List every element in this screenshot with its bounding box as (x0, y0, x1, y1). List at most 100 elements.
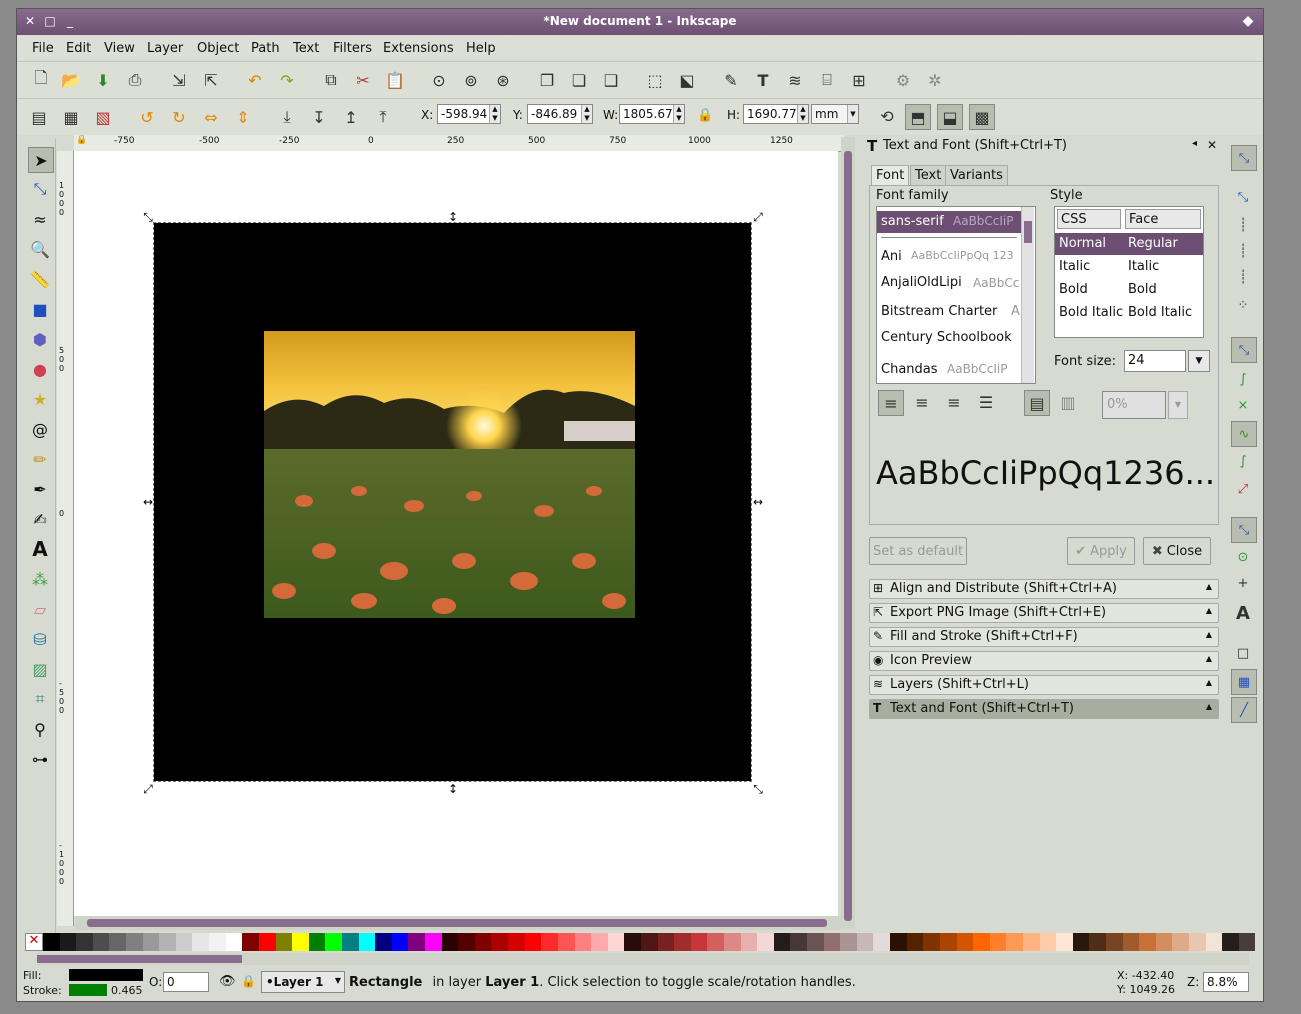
line-spacing-dropdown-icon[interactable]: ▼ (1168, 391, 1188, 419)
font-family-item[interactable]: Bitstream Charter (881, 304, 997, 319)
lock-ratio-icon[interactable]: 🔒 (697, 108, 713, 123)
palette-swatch[interactable] (1022, 933, 1040, 951)
snap-bbox-edge-icon[interactable]: ┊ (1231, 213, 1255, 237)
palette-swatch[interactable] (109, 933, 127, 951)
cut-icon[interactable]: ✂ (351, 68, 375, 92)
vertical-text-icon[interactable]: ▥ (1056, 390, 1080, 414)
palette-swatch[interactable] (1122, 933, 1140, 951)
clone-icon[interactable]: ❏ (567, 68, 591, 92)
y-stepper-icon[interactable]: ▲ ▼ (581, 105, 592, 123)
palette-swatch[interactable] (425, 933, 442, 951)
palette-swatch[interactable] (873, 933, 891, 951)
palette-swatch[interactable] (1006, 933, 1023, 951)
palette-swatch[interactable] (325, 933, 342, 951)
ruler-lock-icon[interactable]: 🔒 (76, 135, 87, 145)
rotate-ccw-icon[interactable]: ↺ (135, 105, 159, 129)
palette-swatch[interactable] (175, 933, 193, 951)
snap-bbox-midpoint-icon[interactable]: ┊ (1231, 265, 1255, 289)
justify-icon[interactable]: ☰ (974, 390, 998, 414)
palette-swatch[interactable] (209, 933, 226, 951)
menu-help[interactable]: Help (466, 41, 496, 56)
scale-corners-icon[interactable]: ⬒ (905, 104, 931, 130)
zoom-drawing-icon[interactable]: ⊚ (459, 68, 483, 92)
xml-editor-icon[interactable]: ⌸ (815, 68, 839, 92)
font-family-item[interactable]: Century Schoolbook (881, 330, 1012, 345)
palette-swatch[interactable] (1139, 933, 1156, 951)
palette-swatch[interactable] (1106, 933, 1123, 951)
snap-page-border-icon[interactable]: □ (1231, 641, 1255, 665)
unlink-clone-icon[interactable]: ❑ (599, 68, 623, 92)
connector-tool-icon[interactable]: ⊶ (28, 747, 52, 771)
snap-grid-icon[interactable]: ▦ (1231, 669, 1257, 695)
w-input[interactable]: 1805.67 ▲ ▼ (619, 104, 685, 124)
palette-swatch[interactable] (890, 933, 907, 951)
export-icon[interactable]: ⇱ (199, 68, 223, 92)
snap-center-icon[interactable]: ⊙ (1231, 545, 1255, 569)
palette-swatch[interactable] (541, 933, 558, 951)
palette-swatch[interactable] (624, 933, 641, 951)
snap-bbox-center-icon[interactable]: ⁘ (1231, 293, 1255, 317)
palette-swatch[interactable] (308, 933, 326, 951)
stroke-width[interactable]: 0.465 (111, 984, 143, 997)
align-right-icon[interactable]: ≡ (942, 390, 966, 414)
raise-top-icon[interactable]: ⤒ (371, 105, 395, 129)
font-family-list[interactable]: sans-serif AaBbCcIiP Ani AaBbCcIiPpQq 12… (876, 206, 1036, 384)
duplicate-icon[interactable]: ❐ (535, 68, 559, 92)
palette-swatch[interactable] (973, 933, 990, 951)
style-row[interactable]: Bold Bold (1055, 279, 1203, 301)
eraser-tool-icon[interactable]: ▱ (28, 597, 52, 621)
palette-swatch[interactable] (358, 933, 376, 951)
sunset-pumpkin-photo[interactable] (264, 331, 635, 618)
style-col-face[interactable]: Face (1125, 209, 1201, 229)
palette-swatch[interactable] (375, 933, 392, 951)
snap-midpoint-icon[interactable]: ⤢ (1231, 477, 1255, 501)
palette-swatch[interactable] (906, 933, 924, 951)
fill-stroke-icon[interactable]: ✎ (719, 68, 743, 92)
scale-handle-sw-icon[interactable]: ⤢ (142, 783, 154, 795)
ellipse-tool-icon[interactable]: ● (28, 357, 52, 381)
drawing-canvas[interactable]: ⤡ ↕ ⤢ ↔ ↔ ⤢ ↕ ⤡ (74, 151, 838, 916)
dock-text-font[interactable]: T Text and Font (Shift+Ctrl+T) ▲ (869, 699, 1219, 719)
menu-text[interactable]: Text (293, 41, 319, 56)
layer-lock-icon[interactable]: 🔒 (241, 974, 256, 988)
tab-font[interactable]: Font (871, 165, 910, 185)
menu-extensions[interactable]: Extensions (383, 41, 454, 56)
flip-vertical-icon[interactable]: ⇕ (231, 105, 255, 129)
palette-swatch[interactable] (142, 933, 160, 951)
snap-smooth-icon[interactable]: ∫ (1231, 449, 1255, 473)
zoom-tool-icon[interactable]: 🔍 (28, 237, 52, 261)
pencil-tool-icon[interactable]: ✏ (28, 447, 52, 471)
import-icon[interactable]: ⇲ (167, 68, 191, 92)
font-list-scroll-thumb[interactable] (1024, 221, 1032, 243)
h-input[interactable]: 1690.77 ▲ ▼ (743, 104, 809, 124)
align-distribute-icon[interactable]: ⊞ (847, 68, 871, 92)
palette-swatch[interactable] (823, 933, 841, 951)
paste-icon[interactable]: 📋 (383, 68, 407, 92)
snap-intersection-icon[interactable]: ⨯ (1231, 393, 1255, 417)
palette-swatch[interactable] (707, 933, 724, 951)
dock-layers[interactable]: ≋ Layers (Shift+Ctrl+L) ▲ (869, 675, 1219, 695)
dock-fill-stroke[interactable]: ✎ Fill and Stroke (Shift+Ctrl+F) ▲ (869, 627, 1219, 647)
paint-bucket-tool-icon[interactable]: ⛁ (28, 627, 52, 651)
enable-snapping-icon[interactable]: ⤡ (1231, 145, 1257, 171)
palette-swatch[interactable] (524, 933, 542, 951)
palette-swatch[interactable] (275, 933, 293, 951)
rotate-cw-icon[interactable]: ↻ (167, 105, 191, 129)
zoom-selection-icon[interactable]: ⊙ (427, 68, 451, 92)
palette-swatch[interactable] (840, 933, 857, 951)
font-family-item[interactable]: AnjaliOldLipi (881, 275, 962, 290)
pen-tool-icon[interactable]: ✒ (28, 477, 52, 501)
scale-handle-n-icon[interactable]: ↕ (447, 211, 459, 223)
scale-handle-s-icon[interactable]: ↕ (447, 783, 459, 795)
deselect-icon[interactable]: ▧ (91, 105, 115, 129)
scale-handle-w-icon[interactable]: ↔ (142, 496, 154, 508)
flip-horizontal-icon[interactable]: ⇔ (199, 105, 223, 129)
palette-swatch[interactable] (657, 933, 675, 951)
scale-handle-ne-icon[interactable]: ⤢ (752, 211, 764, 223)
horizontal-text-icon[interactable]: ▤ (1024, 390, 1050, 416)
palette-swatch[interactable] (690, 933, 708, 951)
palette-swatch[interactable] (1222, 933, 1239, 951)
line-spacing-input[interactable]: 0% (1102, 391, 1166, 419)
palette-swatch[interactable] (341, 933, 359, 951)
snap-guide-icon[interactable]: ╱ (1231, 697, 1257, 723)
